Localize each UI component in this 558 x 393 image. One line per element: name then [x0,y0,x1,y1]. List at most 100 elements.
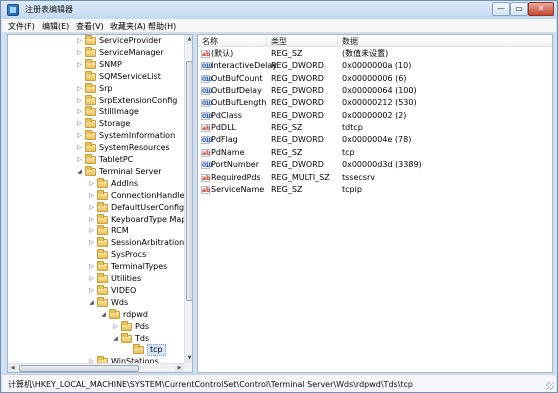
expand-arrow-icon[interactable]: ▷ [88,214,95,226]
expand-arrow-icon[interactable]: ▷ [76,35,83,47]
column-header-data[interactable]: 数据 [342,36,358,47]
regedit-window: 注册表编辑器 — ▭ ✕ 文件(F) 编辑(E) 查看(V) 收藏夹(A) 帮助… [0,0,558,393]
value-row[interactable]: ab PdName REG_SZ tcp [198,147,552,159]
tree-item[interactable]: ▷ SrpExtensionConfig [8,94,184,107]
menu-file[interactable]: 文件(F) [8,21,35,32]
value-row[interactable]: 010 PdFlag REG_DWORD 0x0000004e (78) [198,134,552,146]
value-row[interactable]: 010 InteractiveDelay REG_DWORD 0x0000000a (… [198,60,552,72]
scroll-right-arrow-icon[interactable]: ▶ [175,364,184,372]
column-header-name[interactable]: 名称 [202,36,218,47]
expand-arrow-icon[interactable]: ▷ [88,261,95,273]
collapse-arrow-icon[interactable]: ◢ [112,333,119,345]
folder-icon [97,189,108,200]
expand-arrow-icon[interactable]: ▷ [76,47,83,59]
value-data: 0x0000004e (78) [342,135,412,145]
scroll-left-arrow-icon[interactable]: ◀ [8,364,17,372]
resize-grip-icon[interactable] [546,382,554,390]
collapse-arrow-icon[interactable]: ◢ [88,297,95,309]
tree-item[interactable]: ▷ ConnectionHandler [8,189,188,202]
tree-item[interactable]: ▷ SessionArbitrationHelpe [8,237,192,249]
tree-item[interactable]: ▷ SystemResources [8,142,184,154]
tree-item[interactable]: ▷ AddIns [8,177,184,190]
menu-edit[interactable]: 编辑(E) [42,21,69,32]
column-divider[interactable] [337,36,338,46]
tree-item-label: rdpwd [123,309,148,319]
menu-help[interactable]: 帮助(H) [148,21,176,32]
minimize-button[interactable]: — [492,2,510,16]
folder-icon [97,237,108,248]
folder-icon [97,284,108,295]
column-divider[interactable] [266,36,267,46]
tree-item[interactable]: ▷ SNMP [8,58,184,71]
value-type: REG_SZ [271,147,303,157]
binary-value-icon: 010 [201,74,213,83]
folder-icon [85,106,96,117]
expand-arrow-icon[interactable]: ▷ [88,273,95,285]
expand-arrow-icon[interactable]: ▷ [76,118,83,130]
binary-value-icon: 010 [201,161,213,170]
value-row[interactable]: ab (默认) REG_SZ (数值未设置) [198,48,552,60]
tree-item[interactable]: ▷ ServiceManager [8,46,184,59]
tree-item[interactable]: ▷ KeyboardType Mappin [8,213,192,226]
value-row[interactable]: ab ServiceName REG_SZ tcpip [198,184,552,196]
tree-item[interactable]: ▷ TabletPC [8,154,184,166]
tree-item[interactable]: tcp [8,344,184,357]
tree-item[interactable]: ▷ SystemInformation [8,130,184,142]
title-bar[interactable]: 注册表编辑器 — ▭ ✕ [1,1,557,19]
expand-arrow-icon[interactable]: ▷ [88,178,95,190]
tree-hscroll-thumb[interactable] [19,365,139,372]
expand-arrow-icon[interactable]: ▷ [112,321,119,333]
tree-vscroll-thumb[interactable] [186,61,192,301]
tree-item[interactable]: ▷ Storage [8,118,184,130]
value-row[interactable]: ab RequiredPds REG_MULTI_SZ tssecsrv [198,172,552,184]
expand-arrow-icon[interactable]: ▷ [88,225,95,237]
tree-item[interactable]: ▷ DefaultUserConfigurati [8,201,192,214]
tree-item[interactable]: ◢ rdpwd [8,308,184,321]
tree-item[interactable]: ▷ Utilities [8,273,184,285]
registry-key-tree[interactable]: ▷ ServiceProvider ▷ ServiceManager ▷ SNMP SQMS… [7,34,193,373]
expand-arrow-icon[interactable]: ▷ [76,106,83,118]
tree-item[interactable]: ▷ RCM [8,225,184,237]
tree-item[interactable]: ▷ ServiceProvider [8,35,184,47]
tree-item[interactable]: SysProcs [8,249,184,261]
expand-arrow-icon[interactable]: ▷ [76,154,83,166]
registry-values-list[interactable]: 名称 类型 数据 ab (默认) REG_SZ (数值未设置) 010 Interacti… [197,34,553,373]
tree-item[interactable]: ▷ StillImage [8,106,184,118]
value-row[interactable]: 010 OutBufCount REG_DWORD 0x00000006 (6) [198,73,552,85]
value-row[interactable]: ab PdDLL REG_SZ tdtcp [198,122,552,134]
expand-arrow-icon[interactable]: ▷ [88,237,95,249]
tree-item[interactable]: ◢ Terminal Server [8,165,184,178]
scroll-down-arrow-icon[interactable]: ▼ [185,354,192,363]
value-row[interactable]: 010 OutBufLength REG_DWORD 0x00000212 (530) [198,97,552,109]
expand-arrow-icon[interactable]: ▷ [88,202,95,214]
collapse-arrow-icon[interactable]: ◢ [100,309,107,321]
tree-item[interactable]: ◢ Wds [8,296,184,309]
maximize-button[interactable]: ▭ [510,2,528,16]
tree-item[interactable]: ▷ TerminalTypes [8,261,184,273]
tree-item[interactable]: SQMServiceList [8,70,184,83]
value-row[interactable]: 010 OutBufDelay REG_DWORD 0x00000064 (100) [198,85,552,97]
value-type: REG_DWORD [271,160,324,170]
expand-arrow-icon[interactable]: ▷ [76,95,83,107]
value-row[interactable]: 010 PortNumber REG_DWORD 0x00000d3d (3389) [198,159,552,171]
tree-item[interactable]: ◢ Tds [8,332,184,345]
tree-horizontal-scrollbar[interactable]: ◀ ▶ [8,363,184,372]
tree-item[interactable]: ▷ Srp [8,82,184,95]
expand-arrow-icon[interactable]: ▷ [76,130,83,142]
expand-arrow-icon[interactable]: ▷ [76,83,83,95]
expand-arrow-icon[interactable]: ▷ [76,59,83,71]
column-header-type[interactable]: 类型 [271,36,287,47]
tree-item[interactable]: ▷ VIDEO [8,284,184,297]
tree-item[interactable]: ▷ Pds [8,320,184,333]
tree-vertical-scrollbar[interactable]: ▲ ▼ [184,35,192,363]
collapse-arrow-icon[interactable]: ◢ [76,166,83,178]
tree-item-label: SystemInformation [99,131,176,141]
expand-arrow-icon[interactable]: ▷ [76,142,83,154]
expand-arrow-icon[interactable]: ▷ [88,190,95,202]
value-row[interactable]: 010 PdClass REG_DWORD 0x00000002 (2) [198,110,552,122]
menu-view[interactable]: 查看(V) [76,21,104,32]
menu-favorites[interactable]: 收藏夹(A) [110,21,146,32]
expand-arrow-icon[interactable]: ▷ [88,285,95,297]
scroll-up-arrow-icon[interactable]: ▲ [185,35,192,44]
close-button[interactable]: ✕ [528,2,554,16]
